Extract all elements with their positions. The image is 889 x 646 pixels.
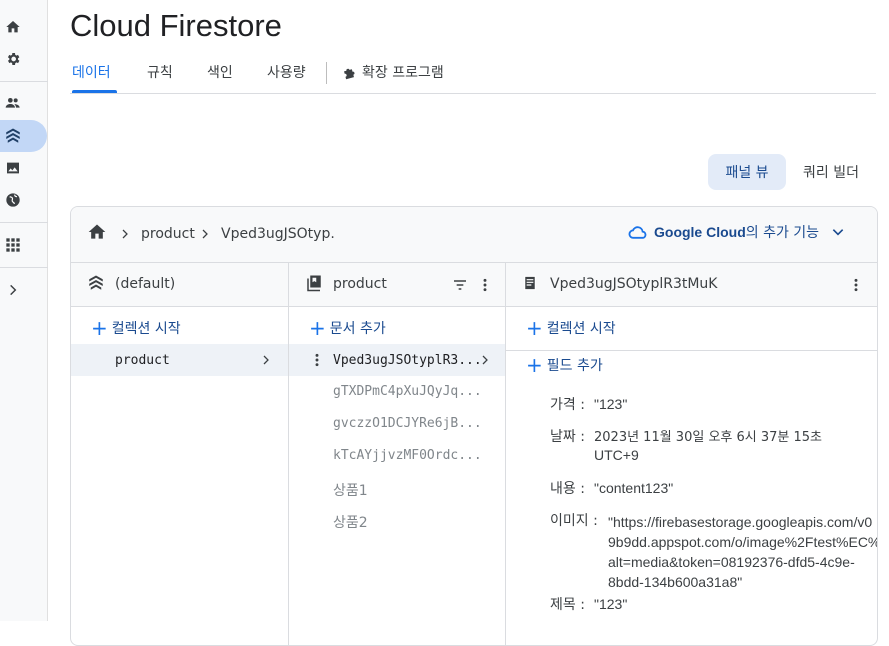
tab-data[interactable]: 데이터 [72, 62, 111, 82]
more-vert-icon[interactable] [309, 352, 325, 368]
home-icon[interactable] [87, 222, 107, 242]
chevron-right-icon [263, 355, 269, 365]
document-column: Vped3ugJSOtyplR3tMuK + 컬렉션 시작 + 필드 추가 가격 :… [506, 263, 878, 645]
url-line: 9b9dd.appspot.com/o/image%2Ftest%EC% [608, 534, 878, 550]
url-line: 8bdd-134b600a31a8" [608, 574, 743, 590]
more-vert-icon[interactable] [477, 276, 493, 294]
document-column-header: Vped3ugJSOtyplR3tMuK [506, 263, 877, 307]
collection-item-label: product [115, 352, 170, 368]
plus-icon: + [526, 316, 543, 340]
field-value[interactable]: "content123" [594, 480, 673, 496]
collection-column-header: product [289, 263, 505, 307]
field-value[interactable]: "123" [594, 596, 627, 612]
document-id: Vped3ugJSOtyplR3tMuK [550, 276, 718, 292]
start-collection-button[interactable]: + 컬렉션 시작 [91, 316, 181, 340]
tab-extensions-label: 확장 프로그램 [362, 65, 444, 81]
main-content: Cloud Firestore 데이터 규칙 색인 사용량 확장 프로그램 패널… [48, 0, 889, 646]
plus-icon: + [309, 316, 326, 340]
database-name: (default) [115, 276, 176, 292]
tab-extensions[interactable]: 확장 프로그램 [342, 62, 444, 82]
page-title: Cloud Firestore [70, 8, 282, 43]
firestore-icon [87, 274, 105, 292]
field-value[interactable]: "123" [594, 396, 627, 412]
gear-icon[interactable] [0, 46, 26, 72]
google-cloud-suffix: 의 추가 기능 [745, 225, 820, 241]
document-item[interactable]: gTXDPmC4pXuJQyJq... [333, 384, 482, 399]
data-panel: product Vped3ugJSOtyp. Google Cloud 의 추가… [70, 206, 878, 646]
rail-divider [0, 81, 48, 82]
breadcrumb-collection[interactable]: product [141, 226, 195, 242]
storage-icon[interactable] [0, 155, 26, 181]
chevron-right-icon [199, 228, 211, 240]
google-cloud-extras-button[interactable]: Google Cloud 의 추가 기능 [627, 222, 845, 242]
field-key: 가격 : [550, 397, 585, 413]
active-tab-indicator [72, 90, 117, 93]
start-subcollection-button[interactable]: + 컬렉션 시작 [526, 316, 616, 340]
collection-column: product + 문서 추가 Vped3ugJSOtyplR3... gTXDP… [289, 263, 506, 645]
tab-bar: 데이터 규칙 색인 사용량 확장 프로그램 [70, 60, 876, 94]
add-document-button[interactable]: + 문서 추가 [309, 316, 386, 340]
add-field-button[interactable]: + 필드 추가 [526, 353, 603, 377]
tab-indexes[interactable]: 색인 [207, 62, 233, 82]
query-builder-button[interactable]: 쿼리 빌더 [792, 154, 870, 190]
filter-icon[interactable] [451, 277, 469, 293]
plus-icon: + [91, 316, 108, 340]
field-value[interactable]: 2023년 11월 30일 오후 6시 37분 15초 [594, 426, 822, 445]
home-icon[interactable] [0, 14, 26, 40]
field-key: 날짜 : [550, 429, 585, 445]
rail-divider [0, 222, 48, 223]
field-key: 이미지 : [550, 513, 598, 529]
add-field-label: 필드 추가 [546, 358, 603, 374]
panel-toolbar: product Vped3ugJSOtyp. Google Cloud 의 추가… [71, 207, 877, 263]
document-item[interactable]: 상품2 [333, 512, 368, 532]
collection-icon [305, 274, 323, 292]
firestore-icon[interactable] [0, 123, 26, 149]
users-icon[interactable] [0, 90, 26, 116]
section-divider [506, 350, 877, 351]
panel-view-button[interactable]: 패널 뷰 [708, 154, 786, 190]
document-item[interactable]: 상품1 [333, 480, 368, 500]
field-key: 내용 : [550, 481, 585, 497]
document-icon [522, 274, 538, 292]
tab-divider [326, 62, 327, 84]
cloud-icon [628, 226, 647, 239]
rail-divider [0, 267, 48, 268]
root-column: (default) + 컬렉션 시작 product [71, 263, 289, 645]
document-item-label: Vped3ugJSOtyplR3... [333, 352, 482, 368]
chevron-down-icon [832, 229, 844, 236]
start-subcollection-label: 컬렉션 시작 [546, 321, 616, 337]
document-item[interactable]: gvczzO1DCJYRe6jB... [333, 416, 482, 431]
start-collection-label: 컬렉션 시작 [111, 321, 181, 337]
document-item-selected[interactable]: Vped3ugJSOtyplR3... [289, 344, 505, 376]
tab-usage[interactable]: 사용량 [267, 62, 306, 82]
collection-item[interactable]: product [71, 344, 288, 376]
plus-icon: + [526, 353, 543, 377]
breadcrumb-document[interactable]: Vped3ugJSOtyp. [221, 226, 335, 242]
field-value-url[interactable]: "https://firebasestorage.googleapis.com/… [608, 512, 878, 592]
url-line: "https://firebasestorage.googleapis.com/… [608, 514, 873, 530]
url-line: alt=media&token=08192376-dfd5-4c9e- [608, 554, 855, 570]
nav-rail [0, 0, 48, 621]
document-item[interactable]: kTcAYjjvzMF0Ordc... [333, 448, 482, 463]
field-value-cont: UTC+9 [594, 447, 639, 463]
field-key: 제목 : [550, 597, 585, 613]
chevron-right-icon [119, 228, 131, 240]
puzzle-icon [344, 68, 355, 79]
chevron-right-icon [482, 355, 488, 365]
chevron-right-icon[interactable] [0, 277, 26, 303]
globe-icon[interactable] [0, 187, 26, 213]
google-cloud-brand: Google Cloud [654, 224, 746, 240]
more-vert-icon[interactable] [848, 276, 864, 294]
add-document-label: 문서 추가 [329, 321, 386, 337]
apps-grid-icon[interactable] [0, 232, 26, 258]
tab-rules[interactable]: 규칙 [147, 62, 173, 82]
collection-name: product [333, 276, 387, 292]
root-column-header: (default) [71, 263, 288, 307]
